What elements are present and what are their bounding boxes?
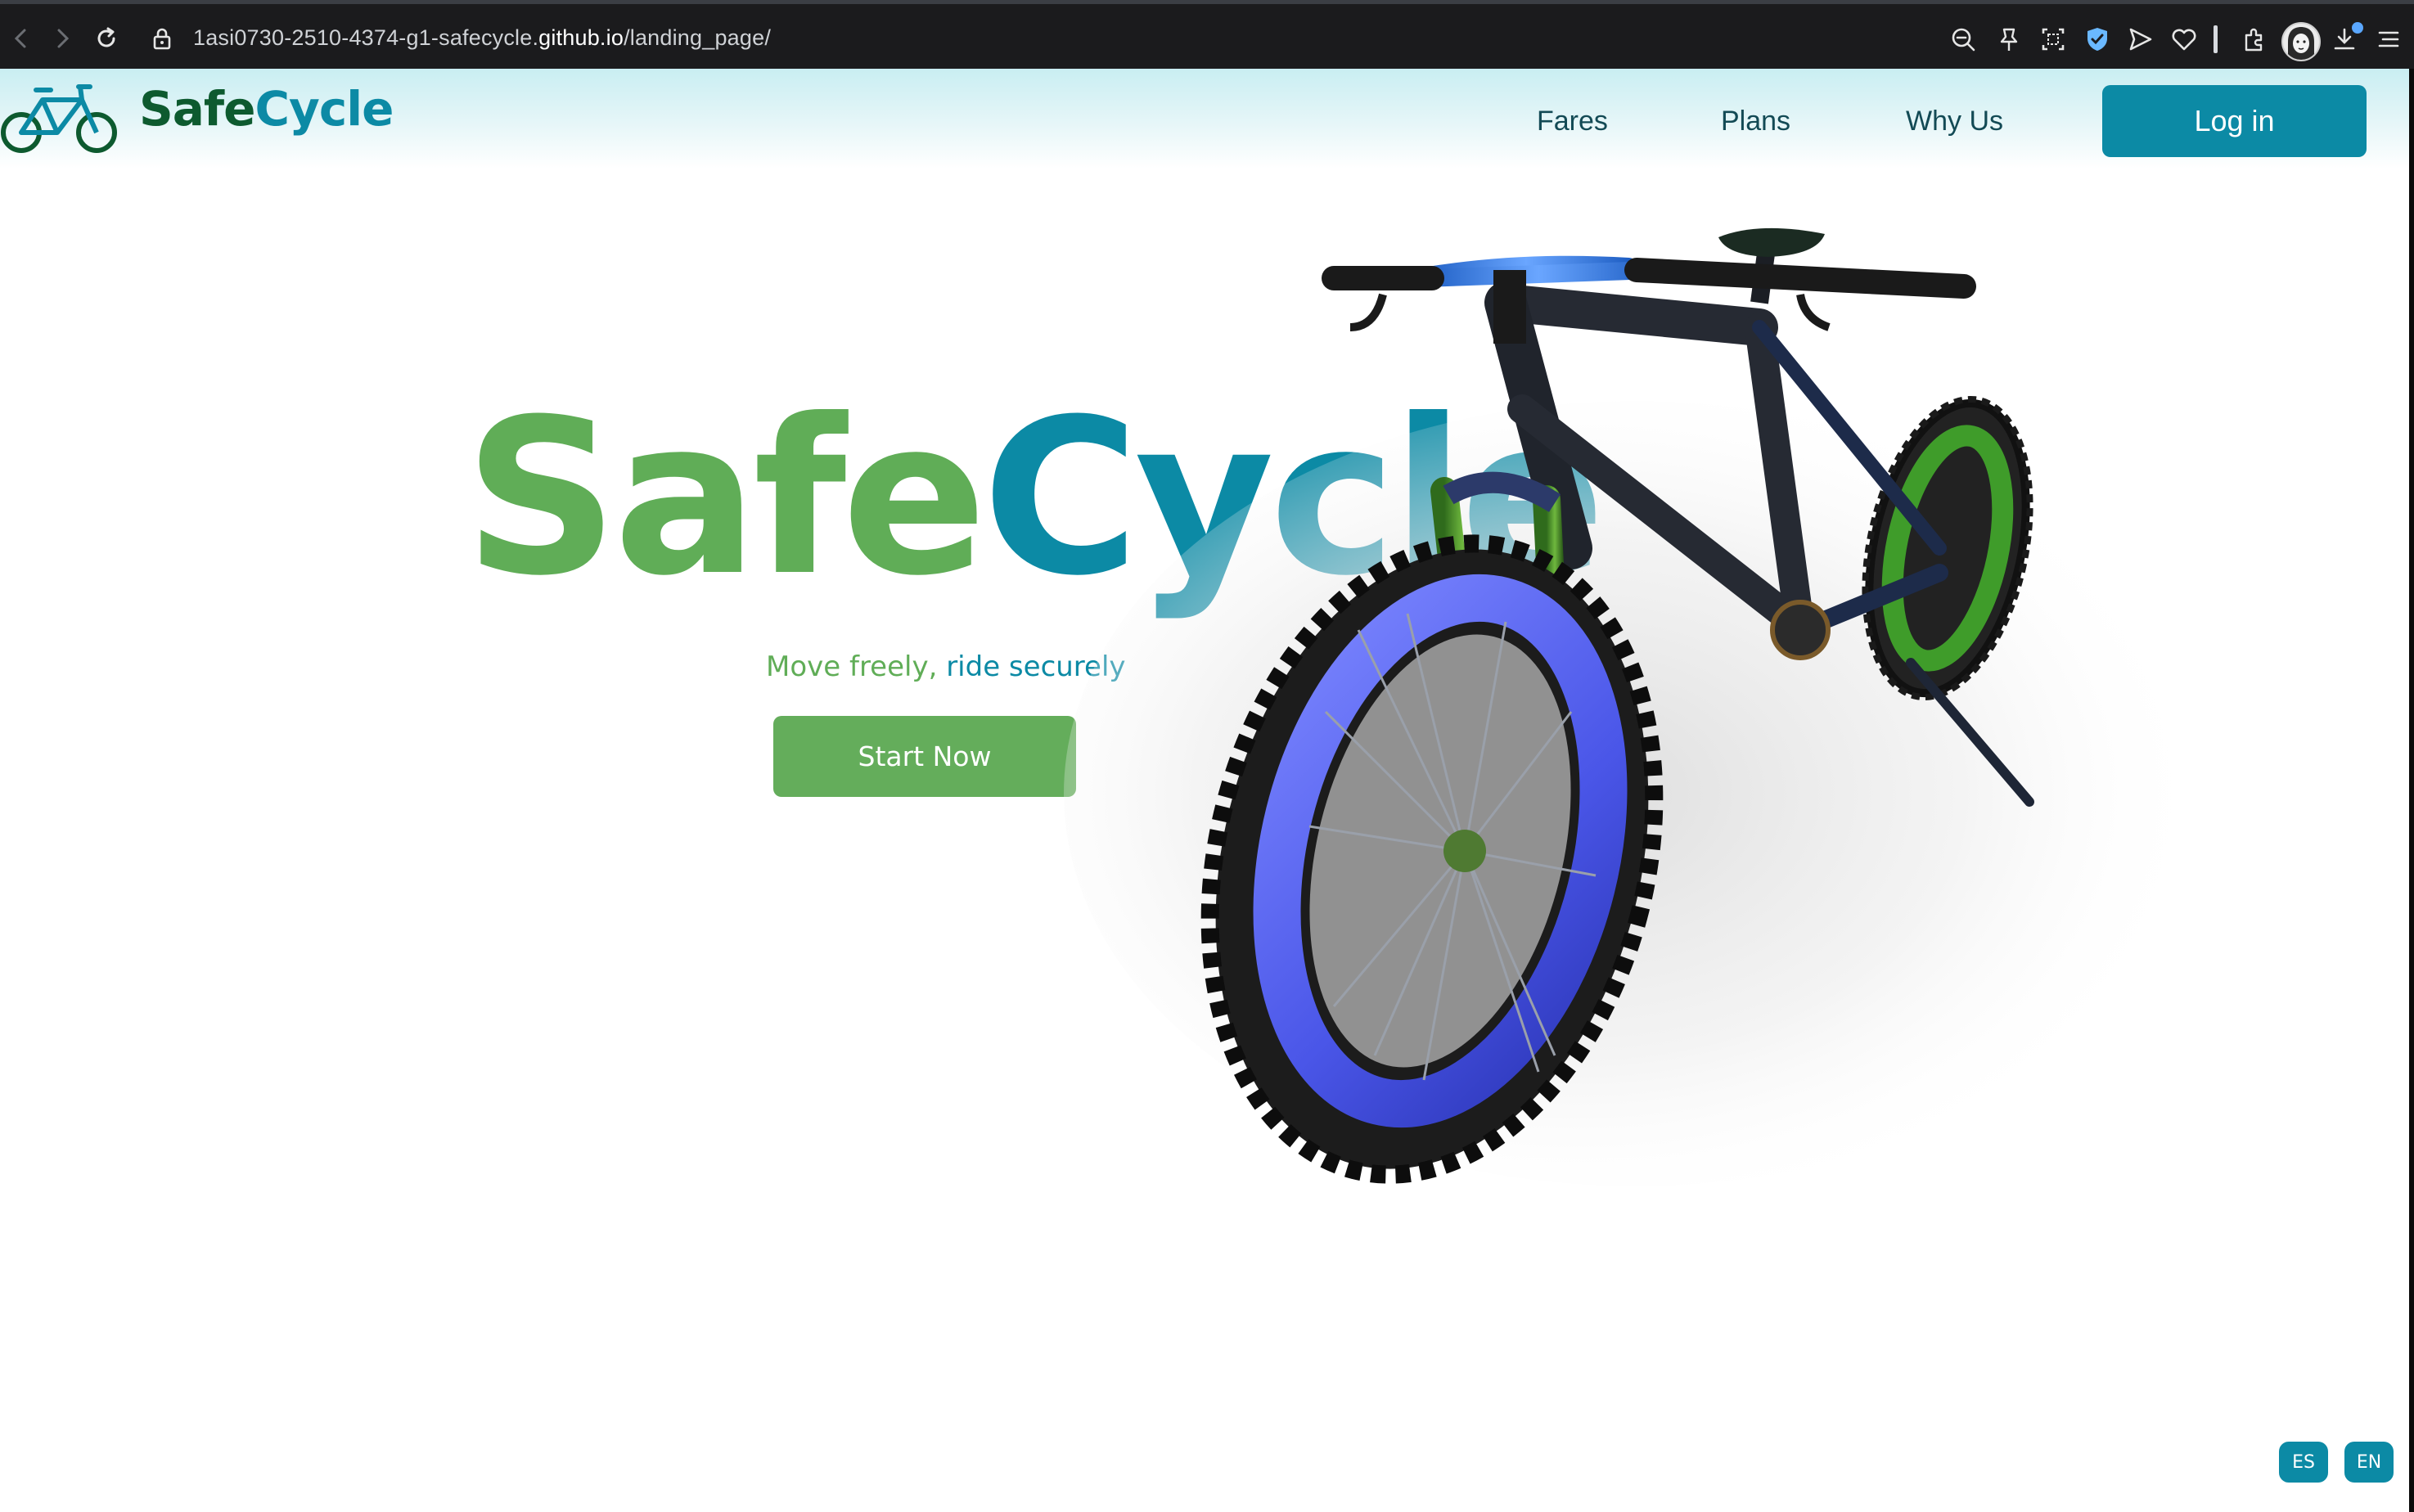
reload-icon[interactable] [92,24,121,53]
back-icon[interactable] [7,24,36,53]
start-now-button[interactable]: Start Now [773,716,1076,797]
bicycle-3d-illustration[interactable] [1064,205,2209,1227]
window-edge [2409,69,2414,1512]
zoom-out-icon[interactable] [1949,25,1977,53]
site-header: SafeCycle Fares Plans Why Us Log in [0,69,2414,169]
login-button[interactable]: Log in [2102,85,2367,157]
language-es-button[interactable]: ES [2279,1442,2328,1483]
lock-icon[interactable] [147,24,177,53]
extensions-icon[interactable] [2241,25,2268,53]
nav-link-plans[interactable]: Plans [1721,107,1790,135]
shield-icon[interactable] [2083,25,2111,53]
nav-link-fares[interactable]: Fares [1537,107,1608,135]
profile-avatar[interactable] [2281,22,2321,61]
bicycle-logo-icon[interactable] [0,80,119,154]
send-icon[interactable] [2126,25,2154,53]
forward-icon[interactable] [47,24,77,53]
heart-icon[interactable] [2170,25,2198,53]
site-logo-text[interactable]: SafeCycle [139,85,394,133]
browser-toolbar: 1asi0730-2510-4374-g1-safecycle.github.i… [0,0,2414,69]
download-badge [2352,22,2363,34]
address-bar-url[interactable]: 1asi0730-2510-4374-g1-safecycle.github.i… [193,25,771,51]
pin-icon[interactable] [1995,25,2023,53]
menu-icon[interactable] [2375,25,2403,53]
screenshot-icon[interactable] [2039,25,2067,53]
toolbar-separator [2214,25,2218,53]
language-en-button[interactable]: EN [2344,1442,2394,1483]
nav-link-why-us[interactable]: Why Us [1906,107,2003,135]
